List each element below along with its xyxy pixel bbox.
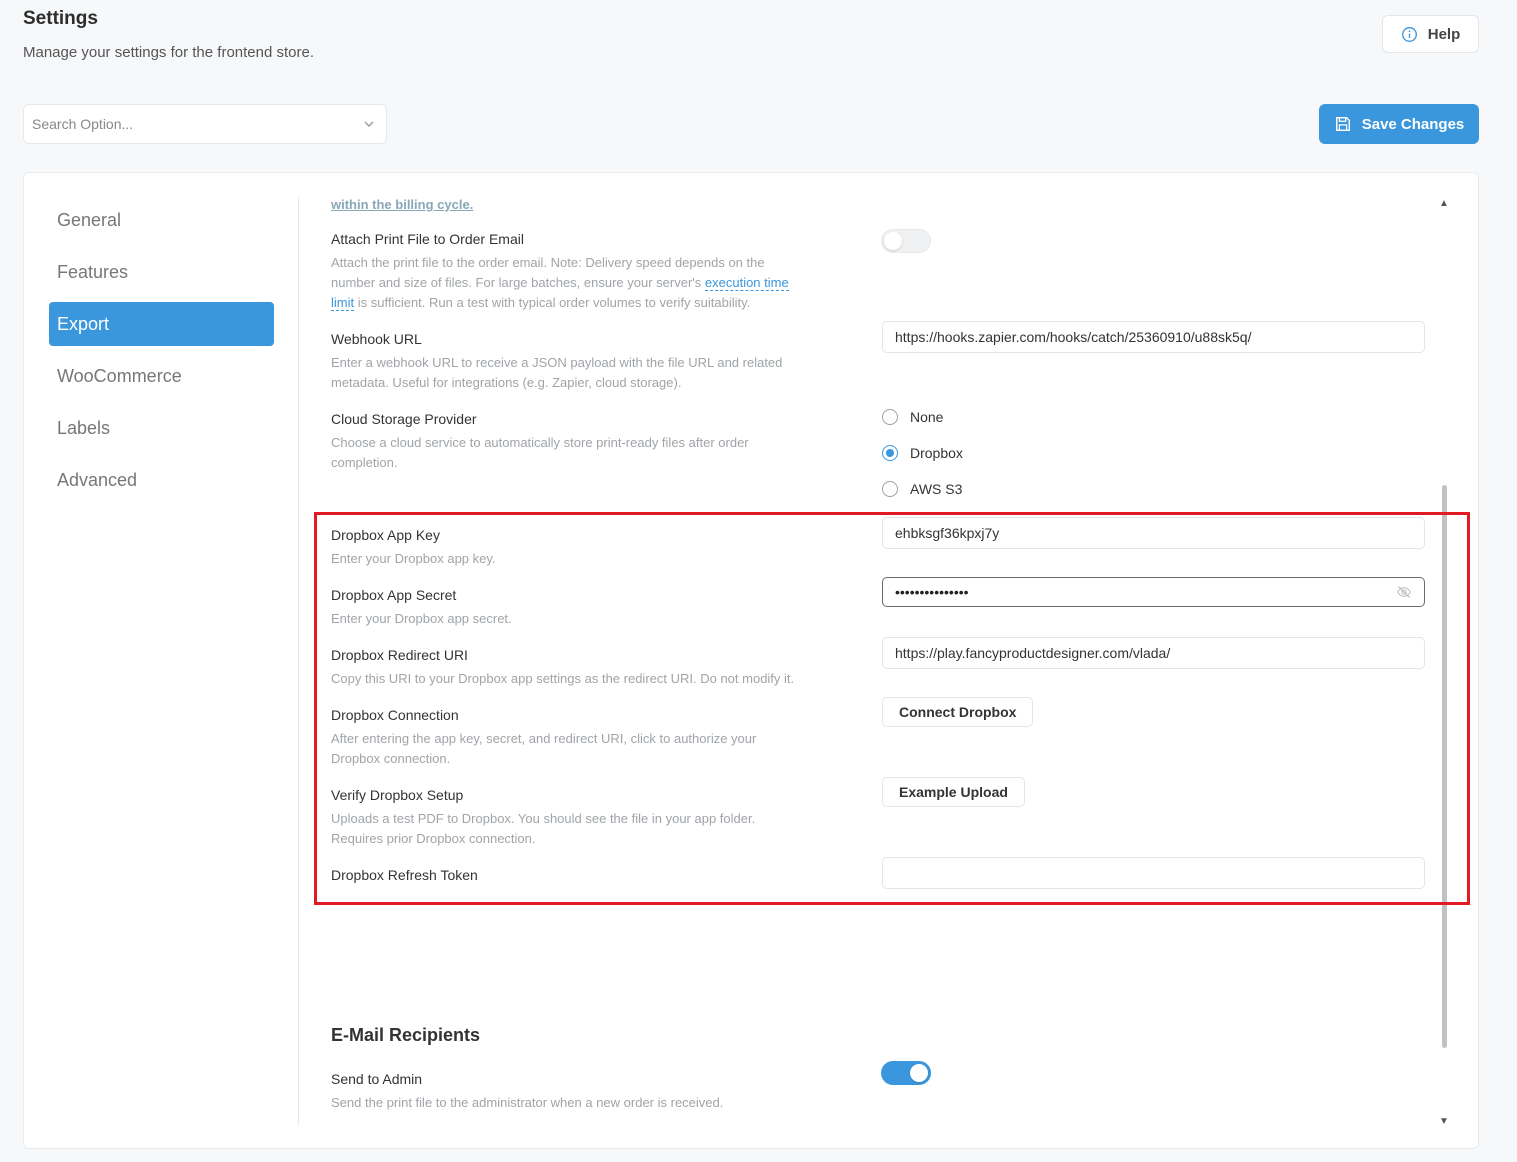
attach-print-row: Attach Print File to Order Email Attach … — [331, 229, 1424, 313]
webhook-url-input[interactable]: https://hooks.zapier.com/hooks/catch/253… — [882, 321, 1425, 353]
radio-option-aws-s3[interactable]: AWS S3 — [882, 471, 963, 507]
send-to-admin-label: Send to Admin — [331, 1071, 423, 1087]
dropbox-refresh-input[interactable] — [882, 857, 1425, 889]
dropbox-redirect-desc: Copy this URI to your Dropbox app settin… — [331, 671, 795, 686]
dropbox-redirect-row: Dropbox Redirect URI Copy this URI to yo… — [331, 637, 1425, 689]
scroll-down-arrow-icon[interactable]: ▼ — [1439, 1117, 1449, 1127]
dropbox-connection-row: Dropbox Connection After entering the ap… — [331, 697, 1424, 769]
email-recipients-heading: E-Mail Recipients — [331, 1025, 481, 1045]
verify-dropbox-label: Verify Dropbox Setup — [331, 787, 464, 803]
search-select[interactable] — [23, 104, 387, 144]
cloud-storage-label: Cloud Storage Provider — [331, 411, 477, 427]
sidebar-item-general[interactable]: General — [49, 198, 274, 242]
eye-slash-icon[interactable] — [1396, 584, 1412, 600]
sidebar-item-labels[interactable]: Labels — [49, 406, 274, 450]
settings-content: within the billing cycle. Attach Print F… — [299, 193, 1429, 1128]
attach-print-label: Attach Print File to Order Email — [331, 231, 524, 247]
dropbox-refresh-row: Dropbox Refresh Token — [331, 857, 1425, 889]
info-icon — [1401, 26, 1417, 42]
dropbox-app-key-row: Dropbox App Key Enter your Dropbox app k… — [331, 517, 1425, 569]
attach-print-toggle[interactable] — [881, 229, 931, 253]
scroll-up-arrow-icon[interactable]: ▲ — [1439, 199, 1449, 209]
content-scrollbar[interactable]: ▲ ▼ — [1437, 197, 1451, 1129]
send-to-admin-desc: Send the print file to the administrator… — [331, 1095, 724, 1110]
sidebar-nav: General Features Export WooCommerce Labe… — [49, 198, 274, 510]
verify-dropbox-desc: Uploads a test PDF to Dropbox. You shoul… — [331, 811, 756, 846]
radio-option-dropbox[interactable]: Dropbox — [882, 435, 963, 471]
save-changes-label: Save Changes — [1361, 115, 1465, 133]
send-to-admin-toggle[interactable] — [881, 1061, 931, 1085]
password-dots: ••••••••••••••• — [895, 584, 969, 600]
radio-aws-s3[interactable] — [882, 481, 898, 497]
sidebar-item-features[interactable]: Features — [49, 250, 274, 294]
settings-panel: General Features Export WooCommerce Labe… — [23, 172, 1479, 1149]
page-title: Settings — [23, 8, 98, 29]
attach-print-desc: Attach the print file to the order email… — [331, 255, 789, 311]
dropbox-app-secret-input[interactable]: ••••••••••••••• — [882, 577, 1425, 607]
chevron-down-icon[interactable] — [362, 117, 376, 131]
save-icon — [1335, 116, 1350, 132]
sidebar-item-woocommerce[interactable]: WooCommerce — [49, 354, 274, 398]
dropbox-app-key-desc: Enter your Dropbox app key. — [331, 551, 496, 566]
search-input[interactable] — [32, 116, 332, 132]
help-button[interactable]: Help — [1382, 15, 1479, 53]
dropbox-connection-desc: After entering the app key, secret, and … — [331, 731, 757, 766]
sidebar-item-export[interactable]: Export — [49, 302, 274, 346]
help-label: Help — [1427, 25, 1461, 43]
dropbox-app-key-input[interactable]: ehbksgf36kpxj7y — [882, 517, 1425, 549]
dropbox-app-secret-desc: Enter your Dropbox app secret. — [331, 611, 512, 626]
cloud-storage-desc: Choose a cloud service to automatically … — [331, 435, 749, 470]
dropbox-redirect-input[interactable]: https://play.fancyproductdesigner.com/vl… — [882, 637, 1425, 669]
dropbox-app-secret-row: Dropbox App Secret Enter your Dropbox ap… — [331, 577, 1425, 629]
cloud-storage-row: Cloud Storage Provider Choose a cloud se… — [331, 409, 1424, 497]
radio-none[interactable] — [882, 409, 898, 425]
webhook-desc: Enter a webhook URL to receive a JSON pa… — [331, 355, 783, 390]
verify-dropbox-row: Verify Dropbox Setup Uploads a test PDF … — [331, 777, 1424, 849]
example-upload-button[interactable]: Example Upload — [882, 777, 1025, 807]
dropbox-connection-label: Dropbox Connection — [331, 707, 459, 723]
sidebar-item-advanced[interactable]: Advanced — [49, 458, 274, 502]
scrollbar-thumb[interactable] — [1442, 485, 1447, 1048]
radio-dropbox[interactable] — [882, 445, 898, 461]
webhook-row: Webhook URL Enter a webhook URL to recei… — [331, 321, 1425, 393]
radio-option-none[interactable]: None — [882, 399, 963, 435]
page-subtitle: Manage your settings for the frontend st… — [23, 44, 314, 61]
save-changes-button[interactable]: Save Changes — [1319, 104, 1479, 144]
billing-cycle-link[interactable]: within the billing cycle. — [331, 197, 473, 212]
send-to-admin-row: Send to Admin Send the print file to the… — [331, 1061, 1424, 1113]
connect-dropbox-button[interactable]: Connect Dropbox — [882, 697, 1034, 727]
